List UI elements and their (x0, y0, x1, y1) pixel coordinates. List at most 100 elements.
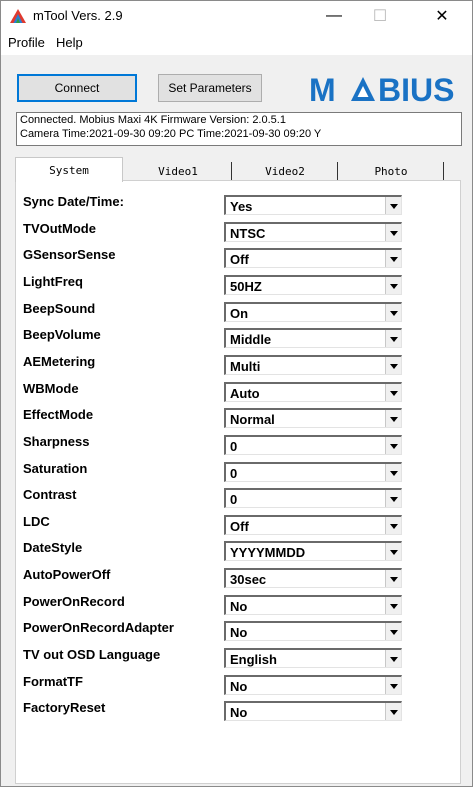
dropdown-button[interactable] (385, 197, 401, 214)
window-title: mTool Vers. 2.9 (33, 8, 123, 23)
dropdown-button[interactable] (385, 384, 401, 401)
mobius-app-icon (10, 9, 26, 23)
chevron-down-icon (390, 497, 398, 502)
minimize-button[interactable]: — (311, 1, 357, 31)
chevron-down-icon (390, 550, 398, 555)
setting-value: YYYYMMDD (230, 545, 306, 560)
setting-dropdown[interactable]: Normal (224, 408, 402, 428)
setting-dropdown[interactable]: English (224, 648, 402, 668)
setting-label: FactoryReset (23, 700, 106, 715)
chevron-down-icon (390, 657, 398, 662)
setting-value: No (230, 705, 248, 720)
chevron-down-icon (390, 417, 398, 422)
title-bar[interactable]: mTool Vers. 2.9 — ☐ ✕ (1, 1, 472, 31)
connection-status-box: Connected. Mobius Maxi 4K Firmware Versi… (16, 112, 462, 146)
setting-value: 50HZ (230, 279, 262, 294)
dropdown-button[interactable] (385, 677, 401, 694)
setting-label: EffectMode (23, 407, 94, 422)
dropdown-button[interactable] (385, 517, 401, 534)
setting-dropdown[interactable]: No (224, 701, 402, 721)
dropdown-button[interactable] (385, 437, 401, 454)
setting-value: On (230, 306, 249, 321)
setting-dropdown[interactable]: No (224, 675, 402, 695)
svg-text:BIUS: BIUS (378, 72, 454, 107)
dropdown-button[interactable] (385, 490, 401, 507)
setting-label: GSensorSense (23, 247, 116, 262)
dropdown-button[interactable] (385, 623, 401, 640)
dropdown-button[interactable] (385, 277, 401, 294)
time-status-text: Camera Time:2021-09-30 09:20 PC Time:202… (20, 128, 322, 140)
setting-label: PowerOnRecordAdapter (23, 620, 174, 635)
setting-dropdown[interactable]: Middle (224, 328, 402, 348)
dropdown-button[interactable] (385, 410, 401, 427)
setting-label: Sharpness (23, 434, 90, 449)
app-window: mTool Vers. 2.9 — ☐ ✕ Profile Help Conne… (0, 0, 473, 787)
menu-bar: Profile Help (1, 31, 472, 55)
setting-label: TV out OSD Language (23, 647, 161, 662)
maximize-button[interactable]: ☐ (357, 1, 403, 31)
chevron-down-icon (390, 444, 398, 449)
setting-dropdown[interactable]: 50HZ (224, 275, 402, 295)
chevron-down-icon (390, 231, 398, 236)
setting-label: BeepVolume (23, 327, 101, 342)
setting-label: LDC (23, 514, 50, 529)
setting-value: Off (230, 252, 249, 267)
setting-dropdown[interactable]: YYYYMMDD (224, 541, 402, 561)
tab-system[interactable]: System (15, 157, 123, 182)
setting-value: Off (230, 519, 249, 534)
dropdown-button[interactable] (385, 597, 401, 614)
chevron-down-icon (390, 604, 398, 609)
chevron-down-icon (390, 337, 398, 342)
chevron-down-icon (390, 471, 398, 476)
dropdown-button[interactable] (385, 304, 401, 321)
setting-value: 0 (230, 492, 238, 507)
tab-photo[interactable]: Photo (339, 161, 443, 181)
dropdown-button[interactable] (385, 330, 401, 347)
dropdown-button[interactable] (385, 650, 401, 667)
tab-video2[interactable]: Video2 (233, 161, 337, 181)
setting-dropdown[interactable]: 0 (224, 462, 402, 482)
setting-dropdown[interactable]: Off (224, 248, 402, 268)
tab-video1[interactable]: Video1 (125, 161, 231, 181)
setting-label: DateStyle (23, 540, 83, 555)
dropdown-button[interactable] (385, 464, 401, 481)
dropdown-button[interactable] (385, 703, 401, 720)
tab-separator (231, 162, 232, 180)
dropdown-button[interactable] (385, 543, 401, 560)
setting-dropdown[interactable]: On (224, 302, 402, 322)
setting-value: Normal (230, 412, 275, 427)
setting-value: 0 (230, 466, 238, 481)
chevron-down-icon (390, 524, 398, 529)
setting-label: BeepSound (23, 301, 96, 316)
chevron-down-icon (390, 391, 398, 396)
setting-dropdown[interactable]: Auto (224, 382, 402, 402)
dropdown-button[interactable] (385, 570, 401, 587)
set-parameters-button[interactable]: Set Parameters (158, 74, 262, 102)
setting-dropdown[interactable]: No (224, 595, 402, 615)
setting-dropdown[interactable]: Yes (224, 195, 402, 215)
dropdown-button[interactable] (385, 250, 401, 267)
connect-button[interactable]: Connect (17, 74, 137, 102)
menu-profile[interactable]: Profile (8, 35, 45, 50)
setting-label: LightFreq (23, 274, 83, 289)
setting-label: Contrast (23, 487, 77, 502)
setting-dropdown[interactable]: 30sec (224, 568, 402, 588)
setting-dropdown[interactable]: NTSC (224, 222, 402, 242)
setting-dropdown[interactable]: 0 (224, 488, 402, 508)
setting-dropdown[interactable]: No (224, 621, 402, 641)
chevron-down-icon (390, 284, 398, 289)
menu-help[interactable]: Help (56, 35, 83, 50)
chevron-down-icon (390, 364, 398, 369)
setting-dropdown[interactable]: Off (224, 515, 402, 535)
chevron-down-icon (390, 257, 398, 262)
setting-label: PowerOnRecord (23, 594, 125, 609)
setting-dropdown[interactable]: 0 (224, 435, 402, 455)
setting-dropdown[interactable]: Multi (224, 355, 402, 375)
setting-value: No (230, 599, 248, 614)
setting-value: 0 (230, 439, 238, 454)
dropdown-button[interactable] (385, 357, 401, 374)
tab-separator (443, 162, 444, 180)
dropdown-button[interactable] (385, 224, 401, 241)
close-button[interactable]: ✕ (419, 1, 465, 31)
setting-label: AEMetering (23, 354, 96, 369)
